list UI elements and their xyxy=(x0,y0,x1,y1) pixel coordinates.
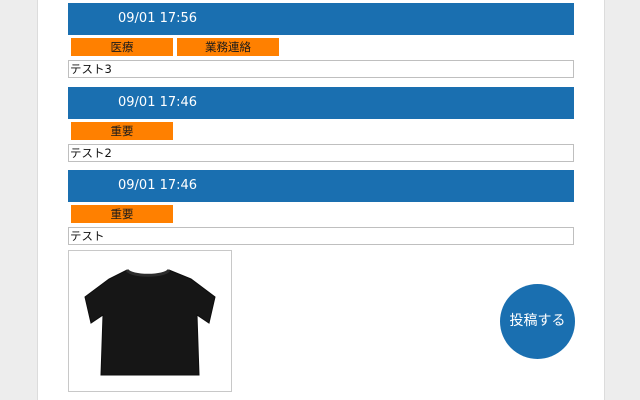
category-tag[interactable]: 重要 xyxy=(71,122,173,140)
post-body: テスト3 xyxy=(68,60,574,78)
post-header[interactable]: 09/01 17:46 xyxy=(68,170,574,202)
post-button[interactable]: 投稿する xyxy=(500,284,575,359)
tag-list: 重要 xyxy=(71,205,177,223)
black-tshirt-image xyxy=(84,268,216,376)
category-tag[interactable]: 重要 xyxy=(71,205,173,223)
tag-list: 医療 業務連絡 xyxy=(71,38,283,56)
timeline-page: 09/01 17:56 医療 業務連絡 テスト3 09/01 17:46 重要 テ… xyxy=(37,0,605,400)
post-timestamp: 09/01 17:56 xyxy=(118,11,198,26)
category-tag[interactable]: 業務連絡 xyxy=(177,38,279,56)
post-timestamp: 09/01 17:46 xyxy=(118,178,198,193)
category-tag[interactable]: 医療 xyxy=(71,38,173,56)
post-header[interactable]: 09/01 17:46 xyxy=(68,87,574,119)
post-body: テスト2 xyxy=(68,144,574,162)
post-timestamp: 09/01 17:46 xyxy=(118,95,198,110)
post-image-thumbnail[interactable] xyxy=(68,250,232,392)
post-header[interactable]: 09/01 17:56 xyxy=(68,3,574,35)
tag-list: 重要 xyxy=(71,122,177,140)
post-body: テスト xyxy=(68,227,574,245)
